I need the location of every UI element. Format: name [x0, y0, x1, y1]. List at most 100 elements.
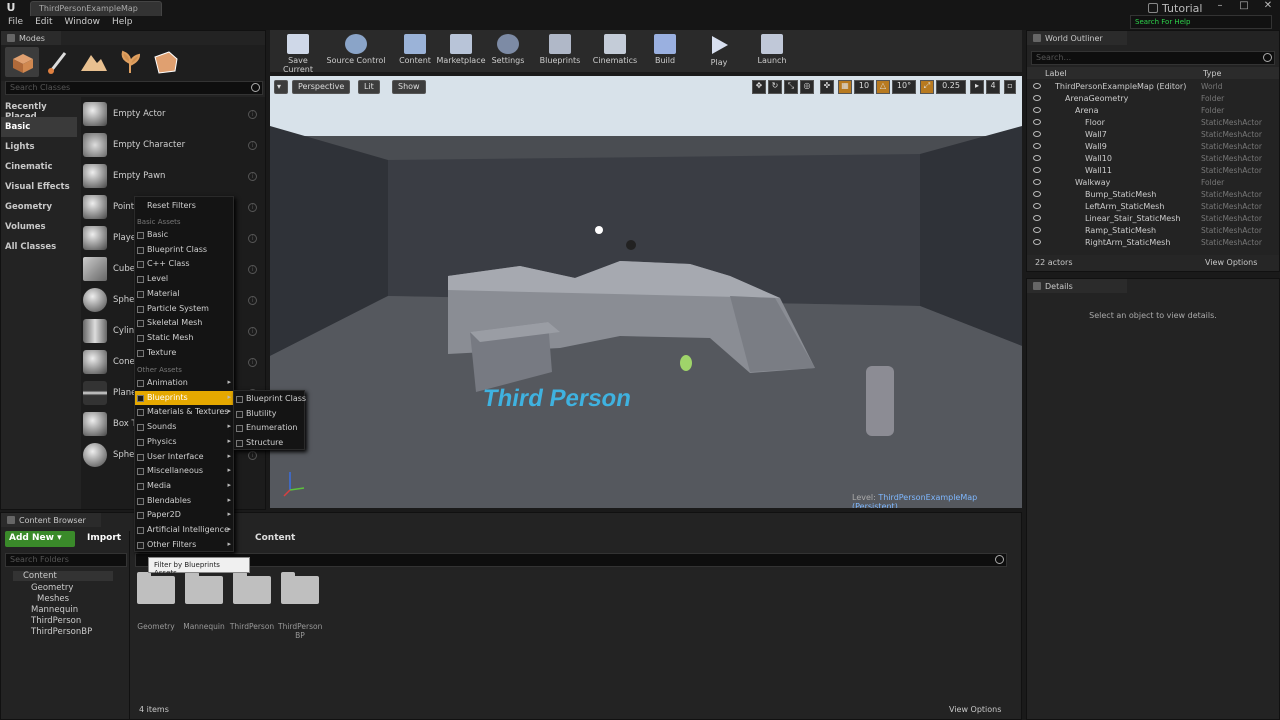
filter-item-static-mesh[interactable]: Static Mesh — [135, 331, 235, 345]
info-icon[interactable]: i — [248, 357, 257, 367]
marketplace-button[interactable]: Marketplace — [436, 32, 486, 70]
outliner-row[interactable]: Wall7 StaticMeshActor — [1027, 129, 1275, 141]
visibility-eye-icon[interactable] — [1033, 215, 1041, 221]
visibility-eye-icon[interactable] — [1033, 239, 1041, 245]
visibility-eye-icon[interactable] — [1033, 95, 1041, 101]
save-current-button[interactable]: Save Current — [272, 32, 324, 74]
actor-item[interactable]: Empty Pawn i — [83, 161, 263, 191]
minimize-button[interactable]: – — [1208, 0, 1232, 14]
visibility-eye-icon[interactable] — [1033, 119, 1041, 125]
asset-search-input[interactable] — [135, 553, 1007, 567]
visibility-eye-icon[interactable] — [1033, 179, 1041, 185]
filter-item-media[interactable]: Media ▸ — [135, 479, 235, 493]
menu-help[interactable]: Help — [106, 16, 139, 30]
translate-icon[interactable]: ✥ — [752, 80, 766, 94]
modes-tab[interactable]: Modes — [1, 31, 61, 45]
checkbox[interactable] — [137, 482, 144, 490]
folder-icon[interactable] — [233, 572, 271, 604]
outliner-search-input[interactable]: Search... — [1031, 51, 1275, 65]
category-geometry[interactable]: Geometry — [1, 197, 77, 217]
maximize-button[interactable]: □ — [1232, 0, 1256, 14]
level-viewport[interactable]: Third Person ▾ Perspective Lit Show ✥ ↻ … — [270, 76, 1022, 508]
checkbox[interactable] — [137, 276, 144, 284]
checkbox[interactable] — [137, 320, 144, 328]
info-icon[interactable]: i — [248, 264, 257, 274]
info-icon[interactable]: i — [248, 109, 257, 119]
rotate-icon[interactable]: ↻ — [768, 80, 782, 94]
info-icon[interactable]: i — [248, 326, 257, 336]
camera-speed-icon[interactable]: ▸ — [970, 80, 984, 94]
blueprints-button[interactable]: Blueprints — [538, 32, 582, 70]
filter-item-structure[interactable]: Structure — [234, 436, 334, 450]
outliner-row[interactable]: Ramp_StaticMesh StaticMeshActor — [1027, 225, 1275, 237]
level-tab[interactable]: ThirdPersonExampleMap — [30, 1, 162, 16]
tutorial-button[interactable]: Tutorial — [1148, 1, 1208, 15]
class-search-input[interactable]: Search Classes — [5, 81, 263, 95]
checkbox[interactable] — [137, 453, 144, 461]
foliage-mode-icon[interactable] — [113, 47, 147, 77]
checkbox[interactable] — [137, 394, 144, 402]
add-new-button[interactable]: Add New ▾ — [5, 531, 75, 547]
place-mode-icon[interactable] — [5, 47, 39, 77]
category-volumes[interactable]: Volumes — [1, 217, 77, 237]
camera-speed-value[interactable]: 4 — [986, 80, 1000, 94]
checkbox[interactable] — [137, 409, 144, 417]
category-lights[interactable]: Lights — [1, 137, 77, 157]
content-button[interactable]: Content — [396, 32, 434, 70]
filter-item-texture[interactable]: Texture — [135, 346, 235, 360]
visibility-eye-icon[interactable] — [1033, 155, 1041, 161]
play-button[interactable]: Play — [704, 32, 734, 70]
actor-item[interactable]: Empty Character i — [83, 130, 263, 160]
filter-item-basic[interactable]: Basic — [135, 228, 235, 242]
checkbox[interactable] — [137, 527, 144, 534]
launch-button[interactable]: Launch — [754, 32, 790, 70]
checkbox[interactable] — [236, 425, 243, 433]
checkbox[interactable] — [137, 232, 144, 239]
filter-item-other-filters[interactable]: Other Filters ▸ — [135, 538, 235, 552]
menu-edit[interactable]: Edit — [29, 16, 58, 30]
tree-mannequin[interactable]: Mannequin — [31, 605, 78, 615]
folder-icon[interactable] — [281, 572, 319, 604]
rotation-snap-value[interactable]: 10° — [892, 80, 916, 94]
checkbox[interactable] — [236, 410, 243, 418]
info-icon[interactable]: i — [248, 233, 257, 243]
cinematics-button[interactable]: Cinematics — [590, 32, 640, 70]
surface-snap-icon[interactable]: ✜ — [820, 80, 834, 94]
outliner-row[interactable]: Walkway Folder — [1027, 177, 1275, 189]
lit-button[interactable]: Lit — [358, 80, 380, 94]
source-control-button[interactable]: Source Control — [326, 32, 386, 70]
visibility-eye-icon[interactable] — [1033, 143, 1041, 149]
info-icon[interactable]: i — [248, 140, 257, 150]
search-help-input[interactable]: Search For Help — [1130, 15, 1272, 29]
checkbox[interactable] — [137, 438, 144, 446]
checkbox[interactable] — [137, 305, 144, 313]
filter-item-user-interface[interactable]: User Interface ▸ — [135, 450, 235, 464]
viewport-options-button[interactable]: ▾ — [274, 80, 288, 94]
filter-item-miscellaneous[interactable]: Miscellaneous ▸ — [135, 464, 235, 478]
filter-item-animation[interactable]: Animation ▸ — [135, 376, 235, 390]
landscape-mode-icon[interactable] — [77, 47, 111, 77]
path-content[interactable]: Content — [255, 533, 295, 543]
filter-item-skeletal-mesh[interactable]: Skeletal Mesh — [135, 316, 235, 330]
visibility-eye-icon[interactable] — [1033, 167, 1041, 173]
filter-item-level[interactable]: Level — [135, 272, 235, 286]
filter-item-blueprint-class[interactable]: Blueprint Class — [135, 243, 235, 257]
world-local-icon[interactable]: ◎ — [800, 80, 814, 94]
category-all-classes[interactable]: All Classes — [1, 237, 77, 257]
scale-icon[interactable]: ⤡ — [784, 80, 798, 94]
grid-snap-value[interactable]: 10 — [854, 80, 874, 94]
world-outliner-tab[interactable]: World Outliner — [1027, 31, 1127, 45]
filter-item-blutility[interactable]: Blutility — [234, 407, 334, 421]
import-button[interactable]: Import — [83, 531, 131, 547]
filter-item-sounds[interactable]: Sounds ▸ — [135, 420, 235, 434]
build-button[interactable]: Build — [650, 32, 680, 70]
checkbox[interactable] — [137, 512, 144, 520]
checkbox[interactable] — [236, 396, 243, 403]
filter-item-blueprints[interactable]: Blueprints ▸ — [135, 390, 235, 405]
menu-file[interactable]: File — [2, 16, 29, 30]
tree-geometry[interactable]: Geometry — [31, 583, 73, 593]
checkbox[interactable] — [236, 440, 243, 448]
outliner-row[interactable]: RightArm_StaticMesh StaticMeshActor — [1027, 237, 1275, 249]
content-view-options[interactable]: View Options — [949, 705, 1001, 714]
folder-icon[interactable] — [185, 572, 223, 604]
